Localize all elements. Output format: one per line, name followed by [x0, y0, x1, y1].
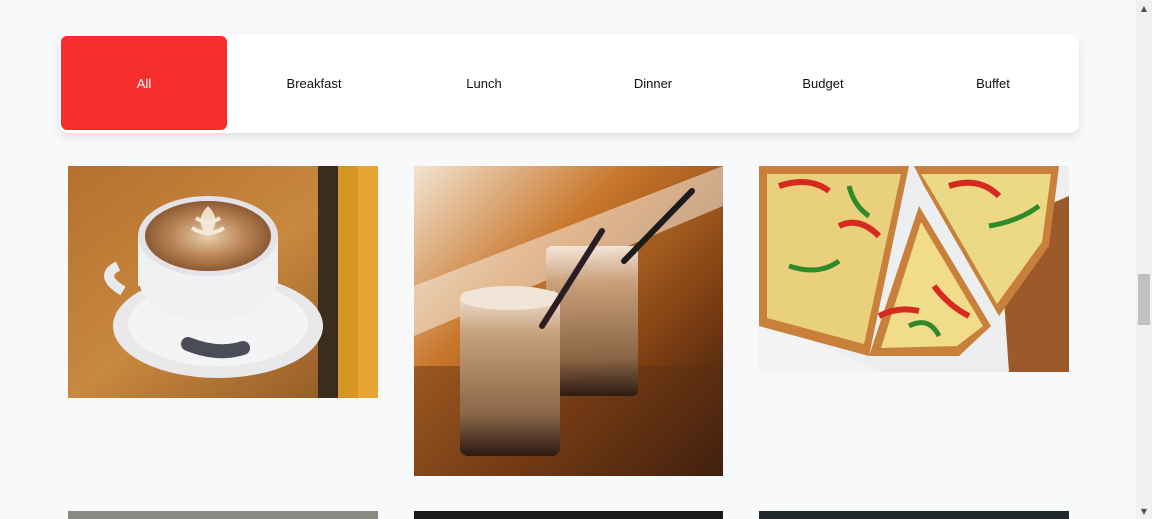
scrollbar-thumb[interactable] — [1138, 274, 1150, 325]
gallery-image-4[interactable] — [68, 511, 378, 519]
gallery-image-coffee[interactable] — [68, 166, 378, 398]
filter-all-button[interactable]: All — [61, 36, 227, 130]
filter-dinner-button[interactable]: Dinner — [570, 36, 736, 130]
vertical-scrollbar[interactable]: ▲ ▼ — [1136, 0, 1152, 519]
filter-lunch-button[interactable]: Lunch — [401, 36, 567, 130]
gallery-image-6[interactable] — [759, 511, 1069, 519]
scroll-up-icon[interactable]: ▲ — [1136, 0, 1152, 16]
category-filter-bar: All Breakfast Lunch Dinner Budget Buffet — [59, 34, 1079, 133]
gallery-image-iced-coffee[interactable] — [414, 166, 723, 476]
gallery-image-5[interactable] — [414, 511, 723, 519]
page: All Breakfast Lunch Dinner Budget Buffet — [0, 0, 1152, 519]
coffee-image — [68, 166, 378, 398]
pizza-image — [759, 166, 1069, 372]
filter-budget-button[interactable]: Budget — [740, 36, 906, 130]
filter-buffet-button[interactable]: Buffet — [910, 36, 1076, 130]
iced-coffee-image — [414, 166, 723, 476]
scroll-down-icon[interactable]: ▼ — [1136, 503, 1152, 519]
filter-breakfast-button[interactable]: Breakfast — [231, 36, 397, 130]
gallery-image-pizza[interactable] — [759, 166, 1069, 372]
